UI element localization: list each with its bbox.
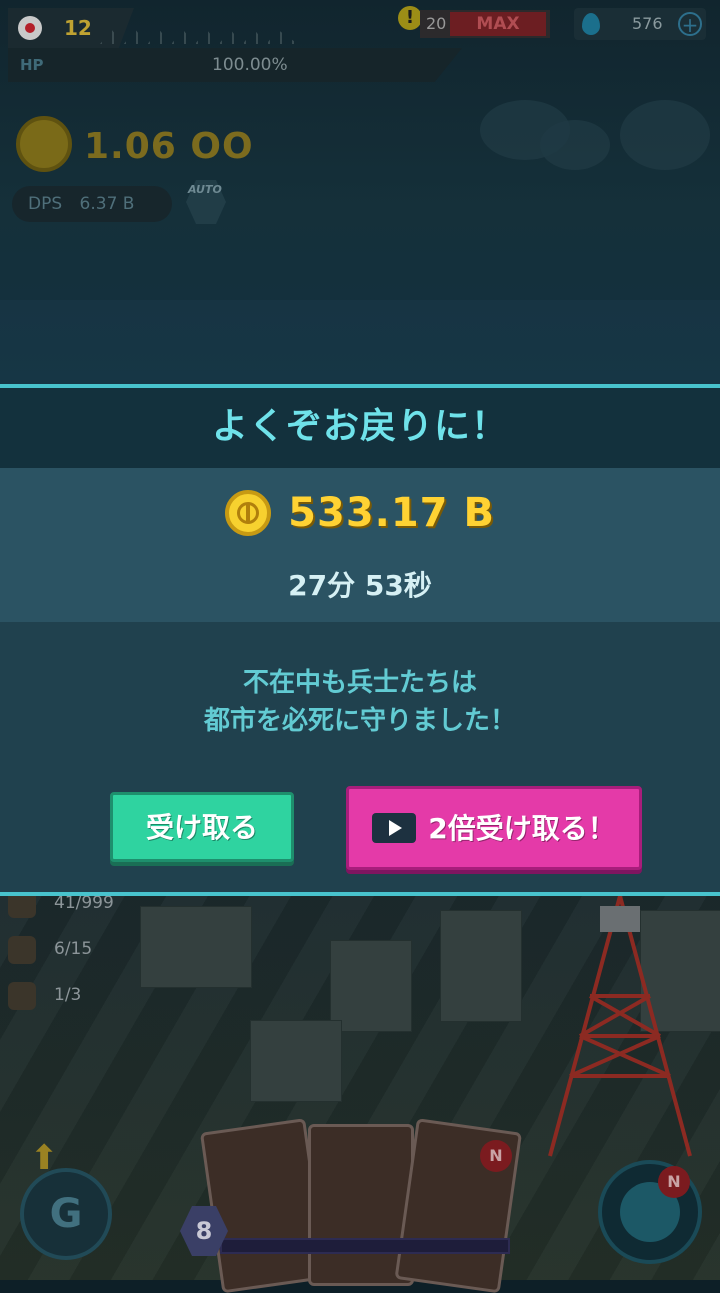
gold-coin-icon	[225, 490, 272, 536]
dps-value: 6.37 B	[79, 194, 135, 214]
player-level: 12	[64, 16, 92, 40]
gem-counter: 576 +	[574, 8, 706, 40]
building	[440, 910, 522, 1022]
globe-new-badge: N	[658, 1166, 690, 1198]
stat-rank[interactable]: 6/15	[8, 932, 128, 968]
reward-panel: 533.17 B 27分 53秒	[0, 468, 720, 622]
hp-label: HP	[20, 56, 44, 74]
chevron-rank-icon	[8, 936, 36, 964]
cloud	[620, 100, 710, 170]
g-menu-button[interactable]: G	[20, 1168, 112, 1260]
stat-value: 6/15	[54, 939, 93, 959]
energy-count: 20	[426, 14, 447, 33]
away-duration: 27分 53秒	[288, 569, 432, 602]
building	[250, 1020, 342, 1102]
message-line-2: 都市を必死に守りました！	[203, 706, 516, 736]
alert-icon[interactable]: !	[398, 6, 422, 30]
add-gems-button[interactable]: +	[678, 12, 702, 36]
card-new-badge: N	[480, 1140, 512, 1172]
cloud	[540, 120, 610, 170]
experience-bar	[220, 1238, 510, 1254]
rank-badge-icon	[18, 16, 42, 40]
sea-background	[0, 300, 720, 384]
reward-row: 533.17 B	[0, 490, 720, 548]
message-line-1: 不在中も兵士たちは	[242, 668, 477, 698]
energy-meter[interactable]: 20 MAX	[420, 10, 550, 38]
dps-label: DPS	[28, 194, 63, 214]
receive-button[interactable]: 受け取る	[110, 792, 294, 862]
gem-amount: 576	[632, 14, 663, 33]
stat-value: 1/3	[54, 985, 82, 1005]
auto-label: AUTO	[188, 183, 222, 196]
reward-amount: 533.17 B	[288, 490, 495, 536]
hp-percent: 100.00%	[212, 55, 288, 75]
energy-max-label: MAX	[450, 12, 546, 36]
stat-value: 41/999	[54, 893, 114, 913]
double-receive-button[interactable]: 2倍受け取る！	[346, 786, 642, 870]
shield-icon	[8, 982, 36, 1010]
hp-bar: HP 100.00%	[8, 48, 462, 82]
coin-total: 1.06 OO	[84, 126, 254, 167]
video-play-icon	[372, 813, 417, 843]
building	[330, 940, 412, 1032]
dialog-title: よくぞお戻りに！	[0, 388, 720, 468]
welcome-back-dialog: よくぞお戻りに！ 533.17 B 27分 53秒 不在中も兵士たちは 都市を必…	[0, 384, 720, 896]
building	[140, 906, 252, 988]
tower-landmark	[548, 896, 692, 1157]
water-drop-icon	[582, 13, 600, 35]
coin-icon	[16, 116, 72, 172]
dialog-message: 不在中も兵士たちは 都市を必死に守りました！	[0, 664, 720, 740]
double-receive-label: 2倍受け取る！	[428, 812, 616, 845]
stat-shield[interactable]: 1/3	[8, 978, 128, 1014]
dps-display: DPS 6.37 B	[12, 186, 172, 222]
